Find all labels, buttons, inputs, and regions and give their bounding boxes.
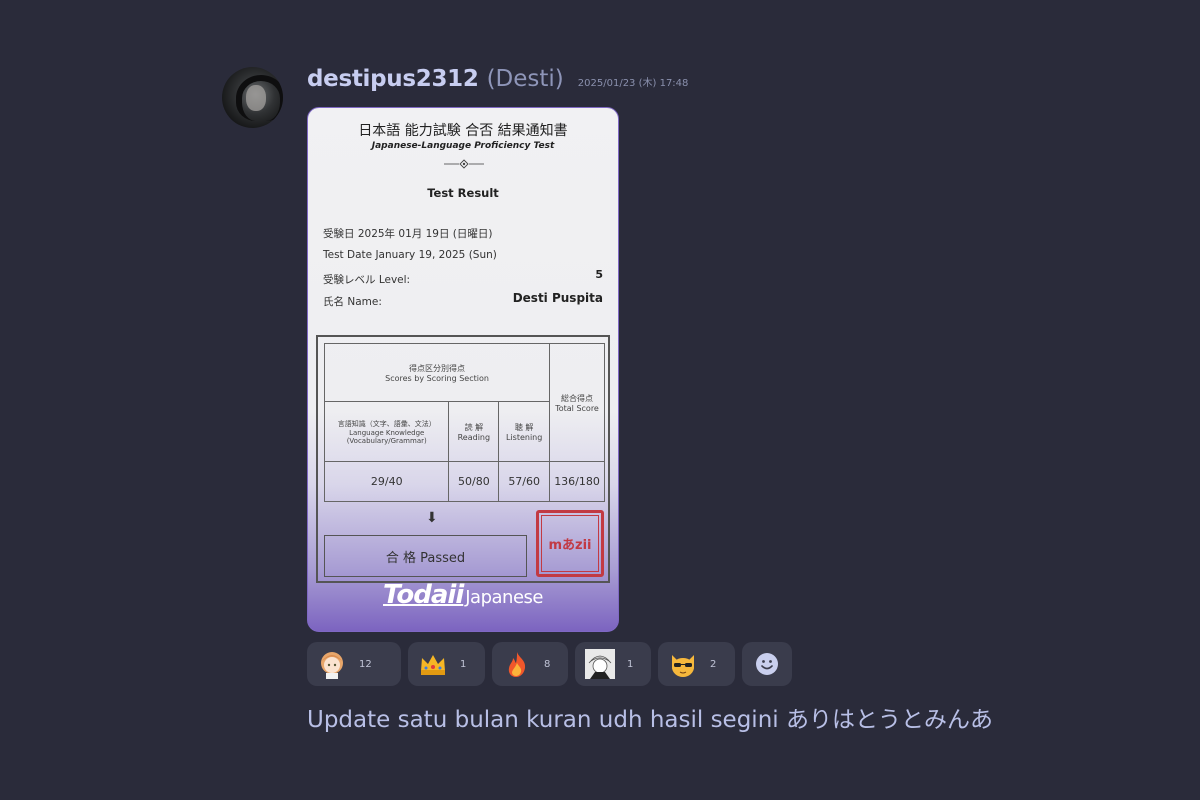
anime-girl-icon [317, 649, 347, 679]
avatar-face [246, 85, 266, 111]
score-language: 29/40 [323, 461, 450, 502]
todaii-logo: Todaii Japanese [383, 580, 543, 610]
message-header: destipus2312 (Desti) 2025/01/23 (木) 17:4… [307, 66, 688, 98]
listening-header: 聴 解 Listening [498, 401, 551, 462]
username[interactable]: destipus2312 [307, 66, 479, 92]
reaction-crown[interactable]: 1 [408, 642, 485, 686]
score-listening: 57/60 [498, 461, 551, 502]
attachment-image[interactable]: 日本語 能力試験 合否 結果通知書 Japanese-Language Prof… [307, 107, 619, 632]
arrow-down-icon: ⬇ [426, 510, 438, 526]
message-text: Update satu bulan kuran udh hasil segini… [307, 707, 993, 733]
user-avatar[interactable] [222, 67, 283, 128]
reaction-bar: 12 1 8 1 2 [307, 642, 792, 686]
reaction-fire[interactable]: 8 [492, 642, 568, 686]
test-date-jp: 受験日 2025年 01月 19日 (日曜日) [323, 228, 493, 240]
reading-header: 読 解 Reading [448, 401, 500, 462]
reaction-count: 8 [544, 658, 551, 670]
anime-boy-icon [585, 649, 615, 679]
timestamp: 2025/01/23 (木) 17:48 [577, 78, 689, 89]
test-date-en: Test Date January 19, 2025 (Sun) [323, 249, 497, 261]
score-reading: 50/80 [448, 461, 500, 502]
reaction-cool-cat[interactable]: 2 [658, 642, 735, 686]
level-label: 受験レベル Level: [323, 274, 411, 286]
certificate-title-en: Japanese-Language Proficiency Test [371, 141, 555, 151]
certificate-title-jp: 日本語 能力試験 合否 結果通知書 [358, 123, 568, 139]
cool-cat-icon [668, 649, 698, 679]
passed-box: 合 格 Passed [324, 535, 527, 577]
level-value: 5 [595, 268, 603, 281]
display-name: (Desti) [486, 66, 564, 92]
reaction-count: 12 [359, 658, 372, 670]
reaction-anime-boy[interactable]: 1 [575, 642, 651, 686]
score-table-frame: 得点区分別得点 Scores by Scoring Section 総合得点 T… [316, 335, 610, 583]
name-label: 氏名 Name: [323, 296, 382, 308]
reaction-count: 1 [627, 658, 634, 670]
name-value: Desti Puspita [512, 291, 603, 305]
fire-icon [502, 649, 532, 679]
reaction-count: 1 [460, 658, 467, 670]
crown-icon [418, 649, 448, 679]
reaction-anime-girl[interactable]: 12 [307, 642, 401, 686]
reaction-count: 2 [710, 658, 717, 670]
section-header: 得点区分別得点 Scores by Scoring Section [323, 343, 551, 402]
lang-knowledge-header: 言語知識（文字、語彙、文法） Language Knowledge (Vocab… [323, 401, 450, 462]
test-result-heading: Test Result [427, 186, 499, 200]
add-reaction-button[interactable] [742, 642, 792, 686]
ornament-icon [444, 159, 484, 169]
mazii-stamp: mあzii [536, 510, 604, 577]
score-total: 136/180 [549, 461, 605, 502]
score-table: 得点区分別得点 Scores by Scoring Section 総合得点 T… [323, 343, 605, 502]
smiley-icon [756, 653, 778, 675]
total-header: 総合得点 Total Score [549, 343, 605, 462]
